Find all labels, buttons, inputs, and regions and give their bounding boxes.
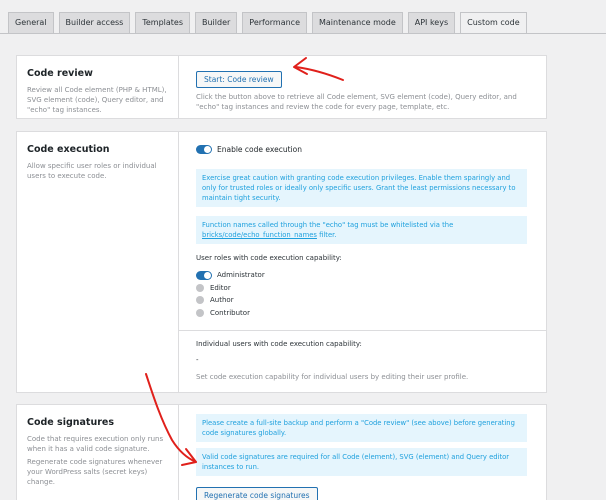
role-contributor[interactable]: Contributor	[196, 307, 546, 320]
role-label: Administrator	[217, 271, 265, 280]
toggle-switch-icon	[196, 270, 212, 280]
role-administrator[interactable]: Administrator	[196, 269, 546, 282]
code-review-help: Click the button above to retrieve all C…	[196, 93, 517, 111]
tab-maintenance-mode[interactable]: Maintenance mode	[312, 12, 403, 34]
tab-api-keys[interactable]: API keys	[407, 12, 456, 34]
regenerate-code-signatures-button[interactable]: Regenerate code signatures	[196, 487, 318, 500]
enable-code-execution-toggle[interactable]: Enable code execution	[196, 145, 546, 154]
start-code-review-button[interactable]: Start: Code review	[196, 71, 282, 88]
tab-custom-code[interactable]: Custom code	[460, 12, 527, 34]
code-review-controls: Start: Code review Click the button abov…	[178, 56, 546, 118]
toggle-switch-icon	[196, 308, 205, 317]
enable-code-execution-label: Enable code execution	[217, 145, 302, 154]
tab-builder[interactable]: Builder	[195, 12, 238, 34]
toggle-switch-icon	[196, 296, 205, 305]
users-value: -	[196, 356, 199, 364]
echo-function-names-link[interactable]: bricks/code/echo_function_names	[202, 231, 317, 239]
tab-builder-access[interactable]: Builder access	[58, 12, 131, 34]
toggle-switch-icon	[196, 145, 212, 154]
code-signatures-title: Code signatures	[27, 417, 115, 428]
tabs-divider	[0, 33, 606, 34]
role-label: Author	[210, 296, 234, 305]
role-label: Editor	[210, 283, 231, 292]
code-execution-controls: Enable code execution Exercise great cau…	[178, 132, 546, 392]
code-signatures-description-1: Code that requires execution only runs w…	[27, 435, 164, 453]
code-execution-description: Allow specific user roles or individual …	[27, 162, 157, 180]
echo-notice-prefix: Function names called through the "echo"…	[202, 221, 454, 229]
code-review-title: Code review	[27, 68, 93, 79]
code-execution-caution-notice: Exercise great caution with granting cod…	[196, 169, 527, 207]
code-review-info: Code review Review all Code element (PHP…	[17, 56, 178, 118]
code-execution-divider	[179, 330, 546, 331]
echo-functions-notice: Function names called through the "echo"…	[196, 216, 527, 244]
role-editor[interactable]: Editor	[196, 282, 546, 295]
code-review-card: Code review Review all Code element (PHP…	[16, 55, 547, 119]
users-heading: Individual users with code execution cap…	[196, 340, 362, 348]
code-execution-info: Code execution Allow specific user roles…	[17, 132, 178, 392]
code-signatures-controls: Please create a full-site backup and per…	[178, 405, 546, 500]
tab-general[interactable]: General	[8, 12, 54, 34]
backup-notice: Please create a full-site backup and per…	[196, 414, 527, 442]
toggle-switch-icon	[196, 283, 205, 292]
echo-notice-suffix: filter.	[316, 231, 337, 239]
signatures-required-notice: Valid code signatures are required for a…	[196, 448, 527, 476]
role-label: Contributor	[210, 308, 250, 317]
code-execution-card: Code execution Allow specific user roles…	[16, 131, 547, 393]
tab-templates[interactable]: Templates	[135, 12, 190, 34]
code-signatures-card: Code signatures Code that requires execu…	[16, 404, 547, 500]
code-signatures-info: Code signatures Code that requires execu…	[17, 405, 178, 500]
code-review-description: Review all Code element (PHP & HTML), SV…	[27, 86, 167, 114]
tab-performance[interactable]: Performance	[242, 12, 307, 34]
settings-tabs: General Builder access Templates Builder…	[8, 12, 532, 34]
role-author[interactable]: Author	[196, 294, 546, 307]
code-signatures-description-2: Regenerate code signatures whenever your…	[27, 458, 163, 486]
users-help: Set code execution capability for indivi…	[196, 373, 469, 381]
code-execution-title: Code execution	[27, 144, 110, 155]
roles-heading: User roles with code execution capabilit…	[196, 254, 342, 262]
